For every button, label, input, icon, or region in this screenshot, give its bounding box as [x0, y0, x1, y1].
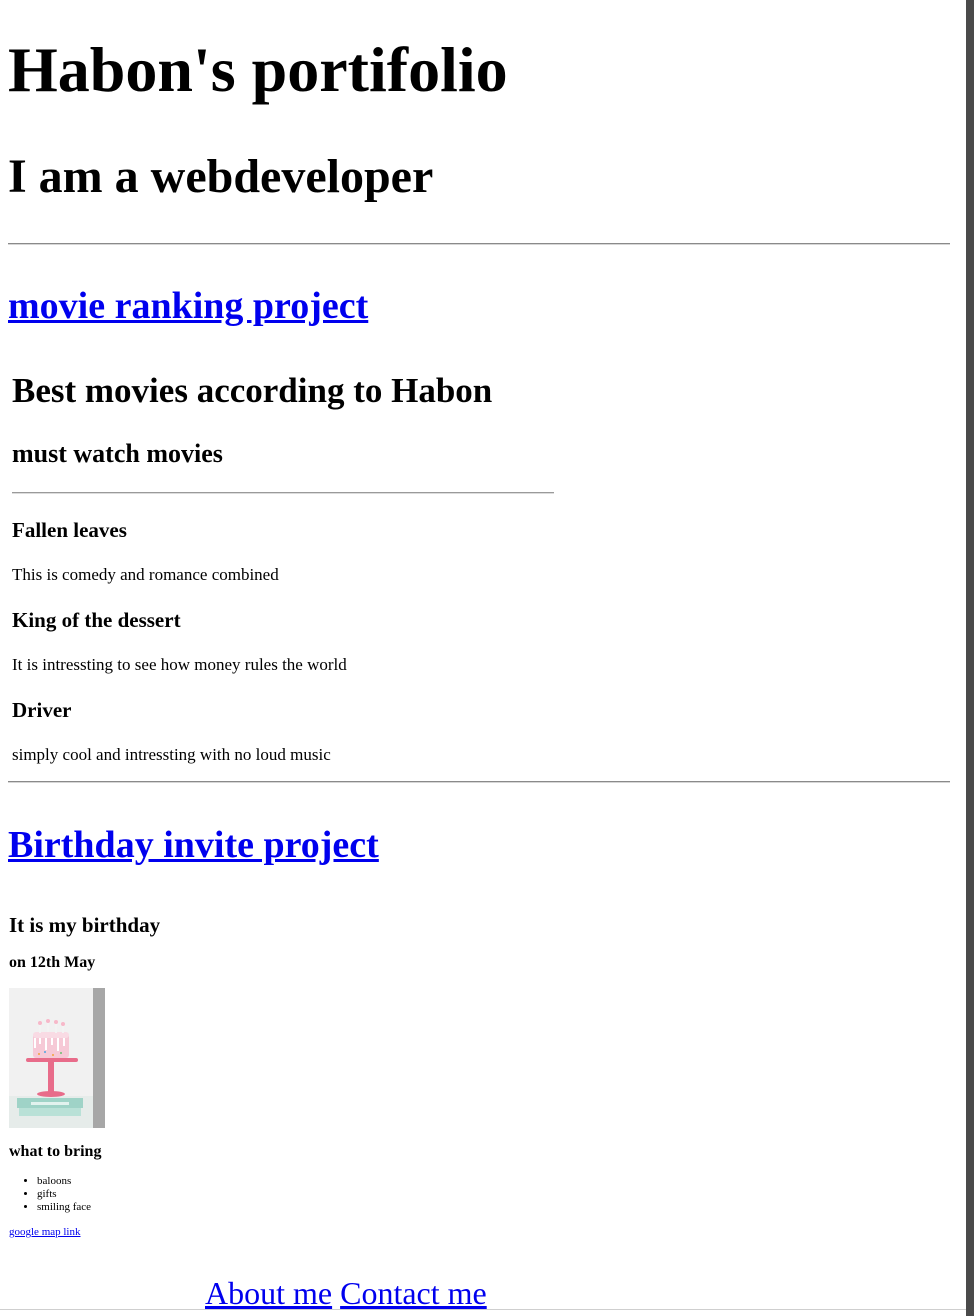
movie-item-name: Fallen leaves [12, 518, 127, 542]
movie-divider [12, 492, 554, 494]
movie-item-description: This is comedy and romance combined [12, 565, 279, 584]
bottom-border [0, 1309, 966, 1310]
birthday-heading: It is my birthday [9, 913, 161, 937]
list-item: baloons [37, 1175, 91, 1188]
movie-item-name: King of the dessert [12, 608, 181, 632]
bring-heading: what to bring [9, 1143, 102, 1160]
google-map-link[interactable]: google map link [9, 1225, 81, 1239]
movie-subheading: must watch movies [12, 439, 223, 468]
page: Habon's portifolio I am a webdeveloper m… [0, 0, 974, 1316]
list-item: gifts [37, 1188, 91, 1201]
window-edge [966, 0, 974, 1316]
bottom-nav: About me Contact me [205, 1274, 487, 1312]
divider-middle [8, 781, 950, 783]
movie-item-name: Driver [12, 698, 72, 722]
page-subtitle: I am a webdeveloper [8, 150, 434, 203]
cake-image [9, 988, 105, 1128]
movie-item-description: It is intressting to see how money rules… [12, 655, 347, 674]
page-title: Habon's portifolio [8, 34, 508, 105]
image-edge [93, 988, 105, 1128]
movie-item-description: simply cool and intressting with no loud… [12, 745, 331, 764]
cake-illustration [9, 988, 105, 1128]
list-item: smiling face [37, 1201, 91, 1214]
movie-heading: Best movies according to Habon [12, 371, 493, 410]
divider-top [8, 243, 950, 245]
birthday-project-link[interactable]: Birthday invite project [8, 823, 379, 867]
birthday-date: on 12th May [9, 954, 96, 971]
bring-list: baloons gifts smiling face [9, 1175, 91, 1214]
about-me-link[interactable]: About me [205, 1275, 332, 1311]
contact-me-link[interactable]: Contact me [340, 1275, 487, 1311]
movie-project-link[interactable]: movie ranking project [8, 284, 368, 328]
